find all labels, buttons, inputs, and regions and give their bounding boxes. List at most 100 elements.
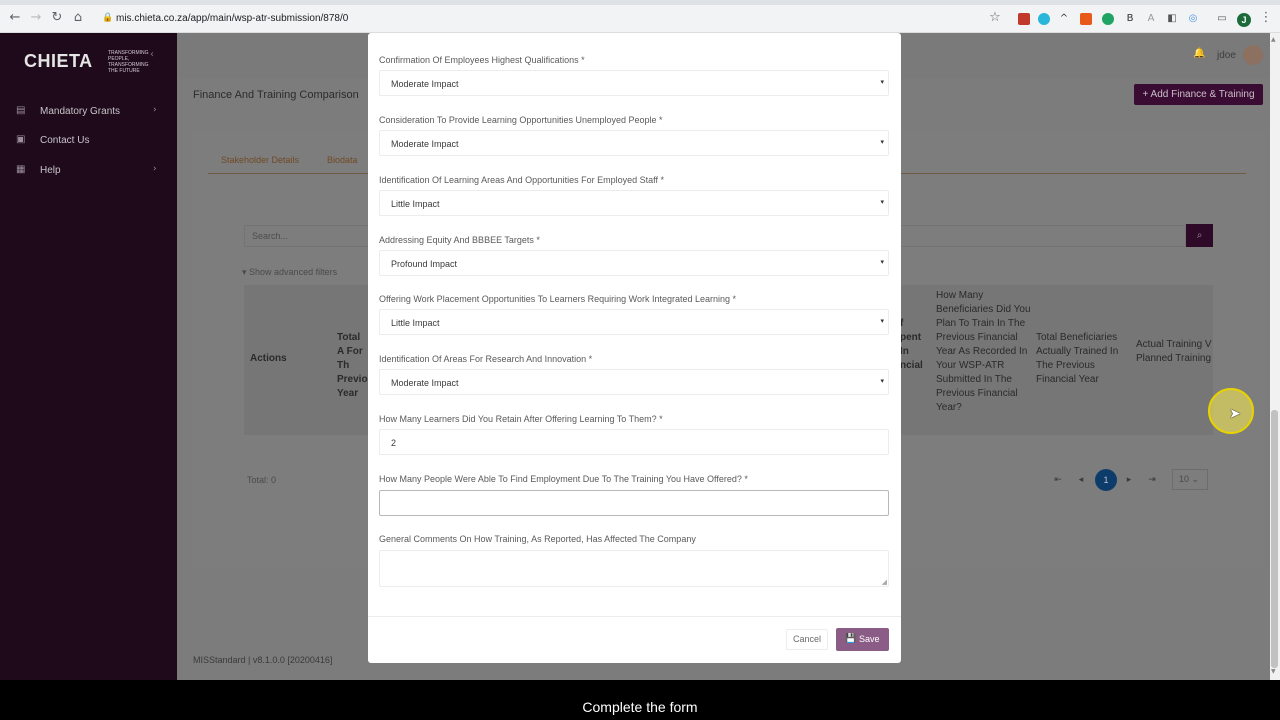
page-size-select[interactable]: 10 ⌄ — [1172, 469, 1208, 490]
th-actions: Actions — [250, 353, 287, 364]
field-label: Addressing Equity And BBBEE Targets * — [379, 235, 540, 245]
select-value: Moderate Impact — [391, 79, 459, 89]
sidebar-item-label: Mandatory Grants — [40, 106, 121, 117]
field-label: Offering Work Placement Opportunities To… — [379, 294, 737, 304]
scroll-up-icon[interactable]: ▲ — [1271, 36, 1276, 43]
page-size-value: 10 — [1179, 474, 1190, 484]
field-label: How Many People Were Able To Find Employ… — [379, 474, 748, 484]
mouse-cursor-icon: ➤ — [1229, 406, 1241, 422]
search-placeholder: Search... — [252, 231, 289, 241]
input-value: 2 — [391, 438, 397, 448]
grid-icon: ▤ — [16, 105, 26, 116]
tab-stakeholder-details[interactable]: Stakeholder Details — [221, 155, 299, 165]
select-value: Little Impact — [391, 318, 440, 328]
page-title: Finance And Training Comparison — [193, 89, 359, 101]
logo-text: CHIETA — [24, 51, 93, 71]
home-icon[interactable]: ⌂ — [71, 11, 85, 25]
lock-icon: 🔒 — [102, 13, 114, 23]
search-input-right[interactable] — [900, 225, 1186, 247]
bell-icon[interactable]: 🔔 — [1193, 48, 1205, 59]
cast-icon[interactable]: ▭ — [1216, 13, 1228, 25]
extension-icon[interactable] — [1080, 13, 1092, 25]
cancel-button[interactable]: Cancel — [786, 629, 828, 650]
menu-dots-icon[interactable]: ⋮ — [1259, 11, 1273, 25]
scrollbar-thumb[interactable] — [1271, 410, 1278, 668]
save-button-label: Save — [859, 634, 880, 644]
extension-icon[interactable] — [1102, 13, 1114, 25]
equity-bbbee-select[interactable]: Profound Impact ▾ — [379, 250, 889, 276]
prev-page-icon[interactable]: ◂ — [1073, 472, 1089, 488]
extension-icon[interactable] — [1018, 13, 1030, 25]
field-label: Confirmation Of Employees Highest Qualif… — [379, 55, 585, 65]
sidebar-item-contact-us[interactable]: ▣ Contact Us — [16, 133, 166, 151]
th-actual-vs-planned[interactable]: Actual Training V Planned Training — [1136, 338, 1213, 368]
general-comments-textarea[interactable]: ◢ — [379, 550, 889, 587]
field-label: Identification Of Learning Areas And Opp… — [379, 175, 664, 185]
sidebar-item-help[interactable]: ▦ Help › — [16, 163, 166, 181]
extension-icon[interactable]: ◎ — [1187, 13, 1199, 25]
contact-icon: ▣ — [16, 134, 26, 145]
sidebar-item-label: Help — [40, 165, 61, 176]
back-icon[interactable]: ← — [8, 11, 22, 25]
caret-down-icon: ▾ — [880, 78, 884, 86]
extension-icon[interactable]: B — [1124, 13, 1136, 25]
floppy-disk-icon: 💾 — [845, 634, 857, 644]
next-page-icon[interactable]: ▸ — [1121, 472, 1137, 488]
bookmark-star-icon[interactable]: ☆ — [988, 11, 1002, 25]
modal-footer-divider — [368, 616, 901, 617]
resize-grip-icon[interactable]: ◢ — [882, 578, 887, 586]
research-innovation-select[interactable]: Moderate Impact ▾ — [379, 369, 889, 395]
user-name[interactable]: jdoe — [1217, 50, 1236, 61]
chevron-right-icon: › — [153, 164, 157, 174]
field-label: General Comments On How Training, As Rep… — [379, 534, 696, 544]
extension-icon[interactable] — [1038, 13, 1050, 25]
address-bar[interactable]: 🔒 mis.chieta.co.za/app/main/wsp-atr-subm… — [96, 11, 996, 29]
save-button[interactable]: 💾 Save — [836, 628, 889, 651]
add-finance-training-button[interactable]: + Add Finance & Training — [1134, 84, 1263, 105]
select-value: Little Impact — [391, 199, 440, 209]
chevron-down-icon: ⌄ — [1191, 475, 1200, 485]
tab-biodata[interactable]: Biodata — [327, 155, 358, 165]
logo-tagline: TRANSFORMING PEOPLE, TRANSFORMING THE FU… — [108, 50, 149, 74]
learners-retained-input[interactable]: 2 — [379, 429, 889, 455]
tab-strip — [0, 0, 1280, 5]
th-planned-beneficiaries[interactable]: How Many Beneficiaries Did You Plan To T… — [936, 289, 1032, 415]
collapse-sidebar-icon[interactable]: ‹ — [150, 49, 154, 60]
browser-toolbar: ← → ↻ ⌂ 🔒 mis.chieta.co.za/app/main/wsp-… — [0, 0, 1280, 33]
unemployed-opportunities-select[interactable]: Moderate Impact ▾ — [379, 130, 889, 156]
profile-avatar[interactable]: J — [1237, 13, 1251, 27]
caret-down-icon: ▾ — [880, 377, 884, 385]
reload-icon[interactable]: ↻ — [50, 11, 64, 25]
work-placement-select[interactable]: Little Impact ▾ — [379, 309, 889, 335]
qualifications-select[interactable]: Moderate Impact ▾ — [379, 70, 889, 96]
advanced-filters-toggle[interactable]: ▾ Show advanced filters — [242, 267, 337, 278]
th-partial[interactable]: f pent In ncial — [900, 317, 926, 373]
advanced-filters-label: Show advanced filters — [249, 267, 338, 277]
first-page-icon[interactable]: ⇤ — [1050, 472, 1066, 488]
help-icon: ▦ — [16, 164, 26, 175]
extension-icon[interactable]: ◧ — [1166, 13, 1178, 25]
learning-areas-select[interactable]: Little Impact ▾ — [379, 190, 889, 216]
last-page-icon[interactable]: ⇥ — [1144, 472, 1160, 488]
search-button[interactable]: ⌕ — [1186, 224, 1213, 247]
th-total[interactable]: Total A For Th Previo Year — [337, 331, 368, 401]
extension-icon[interactable]: A — [1145, 13, 1157, 25]
field-label: Consideration To Provide Learning Opport… — [379, 115, 663, 125]
sidebar-item-mandatory-grants[interactable]: ▤ Mandatory Grants › — [16, 104, 166, 122]
th-actual-beneficiaries[interactable]: Total Beneficiaries Actually Trained In … — [1036, 331, 1132, 387]
scroll-down-icon[interactable]: ▼ — [1271, 668, 1276, 675]
page-current[interactable]: 1 — [1095, 469, 1117, 491]
select-value: Moderate Impact — [391, 139, 459, 149]
caret-down-icon: ▾ — [880, 317, 884, 325]
sidebar-item-label: Contact Us — [40, 135, 90, 146]
extension-icon[interactable]: ^ — [1058, 13, 1070, 25]
field-label: Identification Of Areas For Research And… — [379, 354, 593, 364]
caption-text: Complete the form — [582, 699, 698, 715]
user-avatar[interactable] — [1243, 45, 1263, 65]
caret-down-icon: ▾ — [880, 198, 884, 206]
employment-found-input[interactable] — [379, 490, 889, 516]
forward-icon[interactable]: → — [29, 11, 43, 25]
select-value: Profound Impact — [391, 259, 458, 269]
field-label: How Many Learners Did You Retain After O… — [379, 414, 663, 424]
caret-down-icon: ▾ — [880, 258, 884, 266]
